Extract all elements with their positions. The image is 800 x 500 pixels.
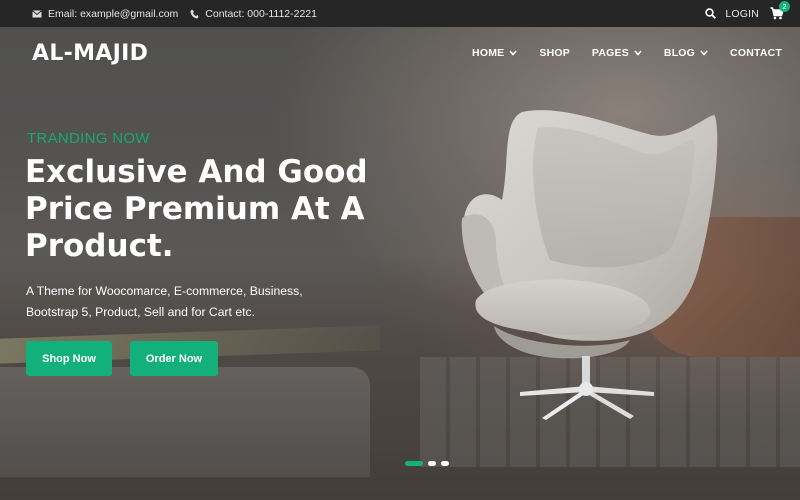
- top-bar: Email: example@gmail.com Contact: 000-11…: [0, 0, 800, 27]
- chevron-down-icon: [700, 50, 708, 56]
- nav-blog[interactable]: BLOG: [664, 47, 708, 59]
- login-link[interactable]: LOGIN: [725, 8, 759, 20]
- shop-now-button[interactable]: Shop Now: [26, 341, 112, 376]
- email-text: Email: example@gmail.com: [48, 7, 179, 20]
- slider-dot-2[interactable]: [428, 461, 436, 466]
- nav-pages[interactable]: PAGES: [592, 47, 642, 59]
- search-icon[interactable]: [705, 8, 717, 19]
- phone-contact[interactable]: Contact: 000-1112-2221: [190, 8, 317, 20]
- hero-headline: Exclusive And Good Price Premium At A Pr…: [25, 154, 368, 264]
- cart-count-badge: 2: [779, 0, 790, 12]
- page: Email: example@gmail.com Contact: 000-11…: [0, 0, 800, 500]
- slider-dot-3[interactable]: [441, 461, 449, 466]
- nav-home[interactable]: HOME: [472, 47, 517, 59]
- hero-eyebrow: TRANDING NOW: [27, 130, 150, 147]
- phone-text: Contact: 000-1112-2221: [205, 7, 317, 20]
- nav-shop[interactable]: SHOP: [539, 47, 570, 59]
- email-contact[interactable]: Email: example@gmail.com: [32, 8, 178, 20]
- nav-home-label: HOME: [472, 47, 505, 59]
- nav-contact-label: CONTACT: [730, 47, 782, 59]
- phone-icon: [190, 9, 199, 18]
- site-logo[interactable]: AL-MAJID: [32, 41, 148, 66]
- nav-contact[interactable]: CONTACT: [730, 47, 782, 59]
- nav-shop-label: SHOP: [539, 47, 570, 59]
- hero-subtext: A Theme for Woocomarce, E-commerce, Busi…: [26, 284, 303, 319]
- slider-dots: [405, 461, 454, 466]
- order-now-button[interactable]: Order Now: [130, 341, 218, 376]
- egg-chair-image: [461, 110, 718, 420]
- nav-blog-label: BLOG: [663, 47, 696, 59]
- nav-pages-label: PAGES: [591, 47, 629, 59]
- chevron-down-icon: [509, 50, 517, 56]
- cart-button[interactable]: 2: [770, 0, 790, 21]
- slider-dot-1[interactable]: [405, 461, 423, 466]
- main-nav: HOME SHOP PAGES BLOG CONTACT: [450, 47, 782, 59]
- chevron-down-icon: [634, 50, 642, 56]
- email-icon: [32, 9, 42, 17]
